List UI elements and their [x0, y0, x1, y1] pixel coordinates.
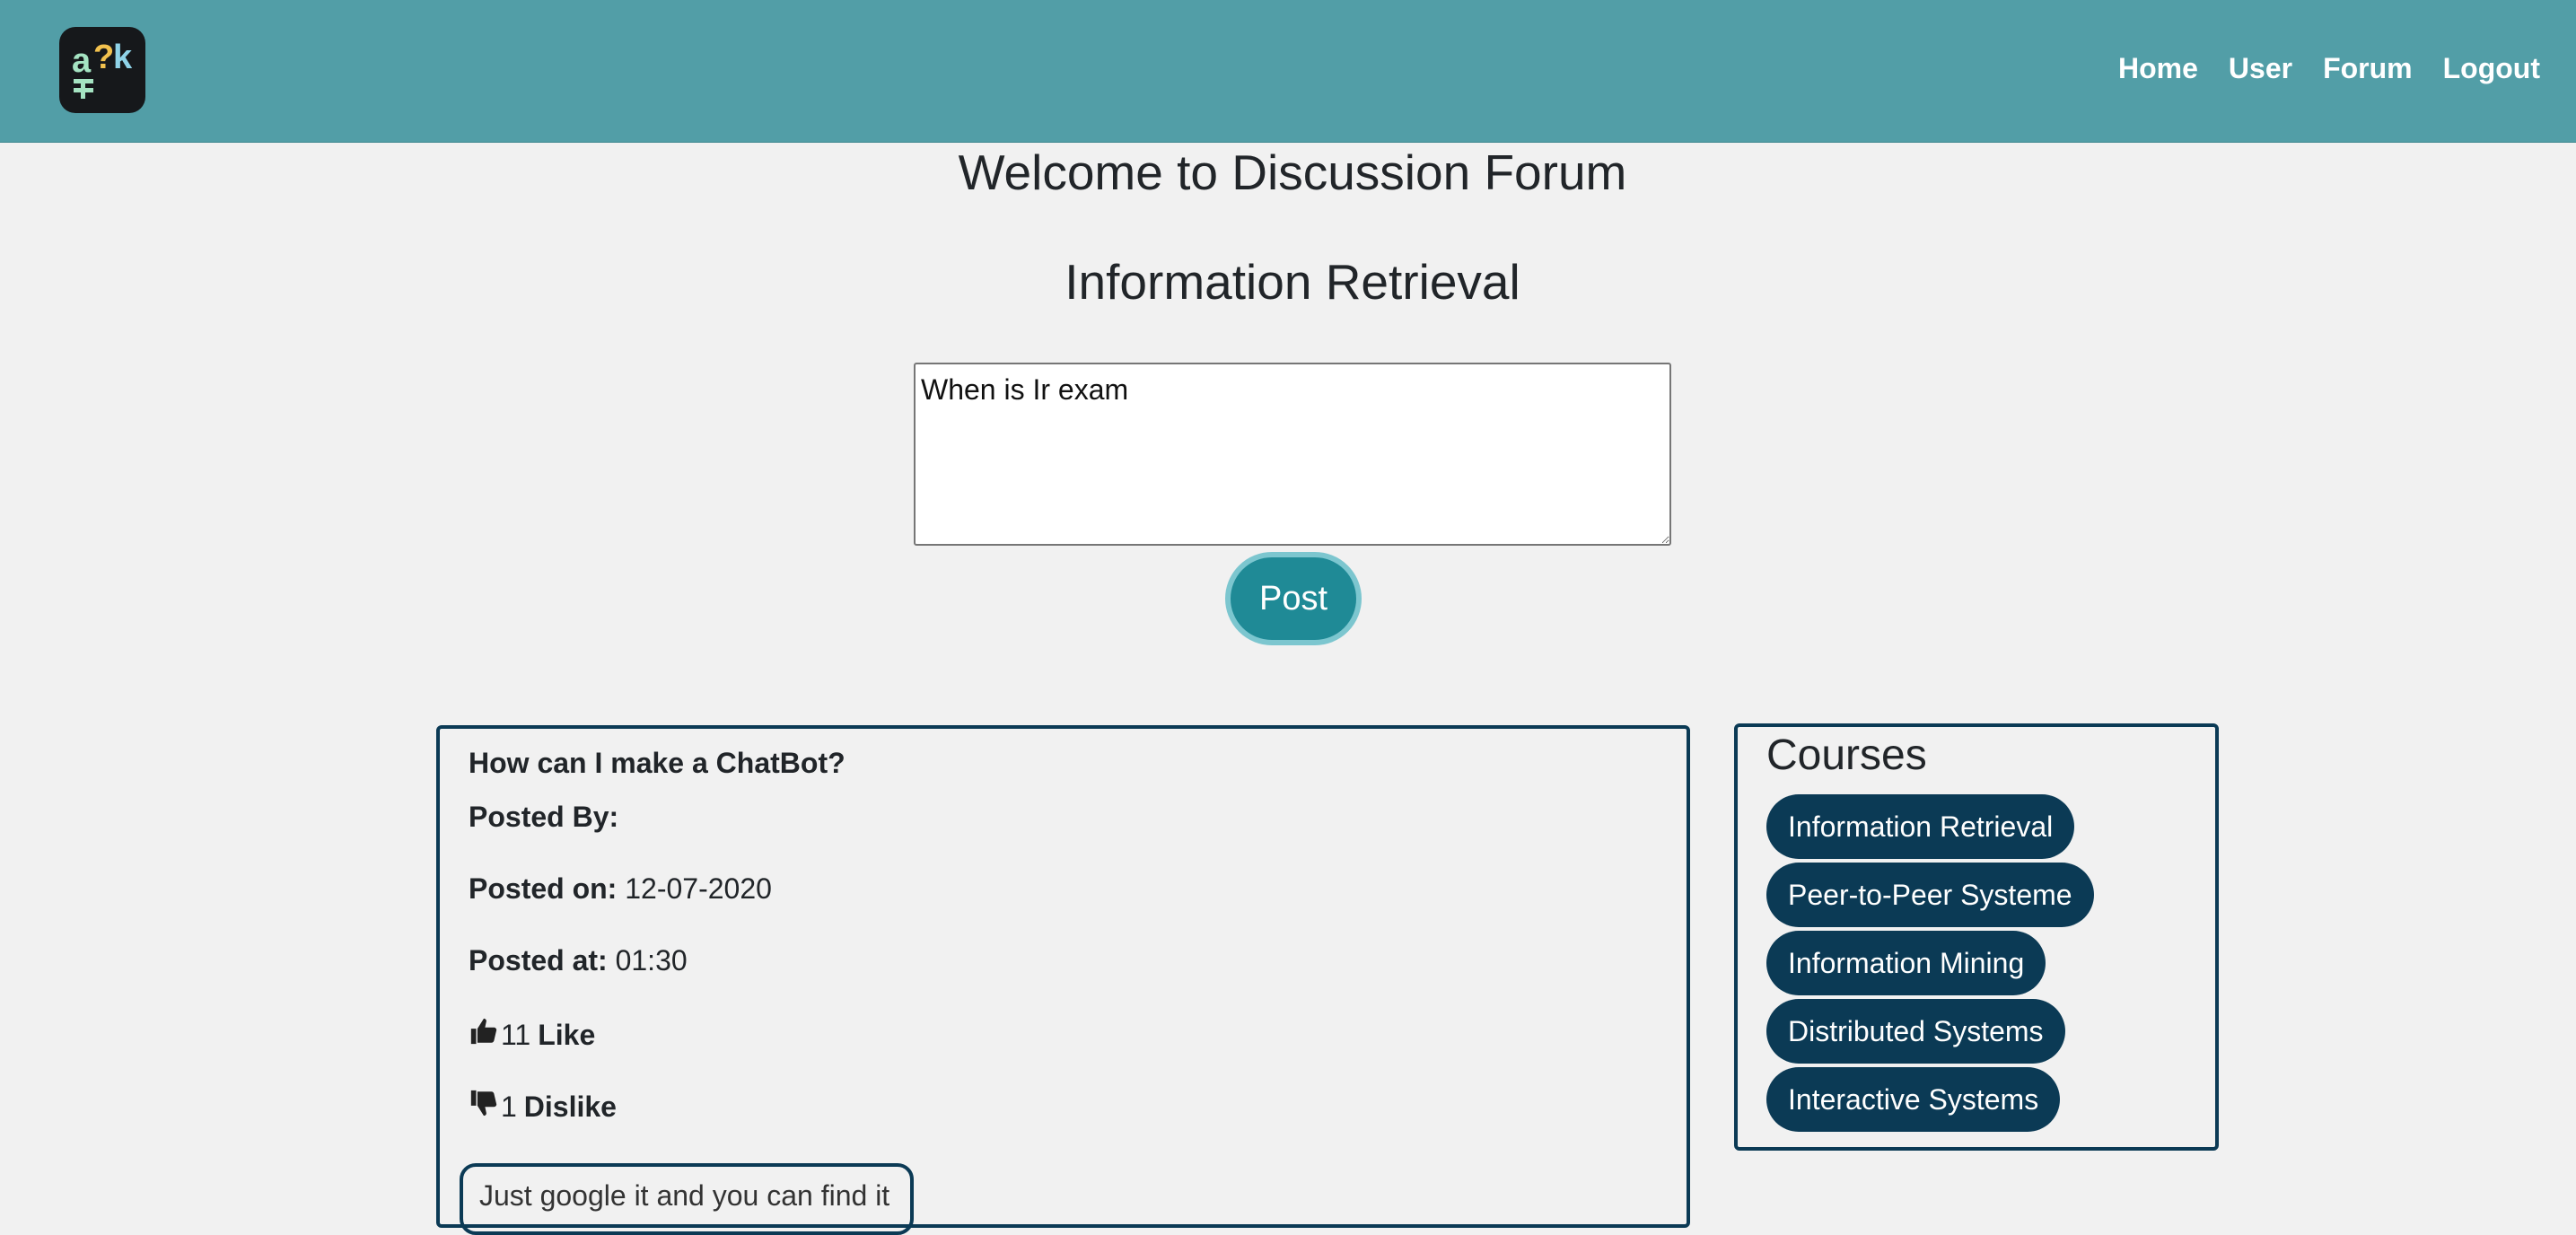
- svg-text:k: k: [113, 39, 133, 76]
- posted-at-value: 01:30: [615, 944, 688, 977]
- like-button[interactable]: 11 Like: [469, 1016, 595, 1054]
- course-pill-distributed-systems[interactable]: Distributed Systems: [1766, 999, 2065, 1064]
- navbar: a ? k Home User Forum Logout: [0, 0, 2576, 143]
- courses-panel: Courses Information Retrieval Peer-to-Pe…: [1734, 723, 2219, 1151]
- dislike-count: 1: [501, 1090, 517, 1123]
- courses-heading: Courses: [1766, 731, 1927, 779]
- posted-on-value: 12-07-2020: [625, 872, 772, 905]
- reply-comment: Just google it and you can find it: [460, 1163, 914, 1235]
- posted-by-label: Posted By:: [469, 801, 619, 833]
- posted-on: Posted on: 12-07-2020: [469, 872, 772, 906]
- thumbs-up-icon[interactable]: [469, 1016, 501, 1054]
- posted-at-label: Posted at:: [469, 944, 608, 977]
- nav-logout-link[interactable]: Logout: [2443, 52, 2540, 85]
- main-nav: Home User Forum Logout: [2118, 52, 2540, 85]
- page-title: Welcome to Discussion Forum: [958, 145, 1627, 200]
- nav-user-link[interactable]: User: [2229, 52, 2292, 85]
- like-count: 11: [501, 1018, 531, 1051]
- post-question: How can I make a ChatBot?: [469, 747, 846, 779]
- app-logo-icon[interactable]: a ? k: [59, 27, 145, 113]
- posted-at: Posted at: 01:30: [469, 944, 688, 977]
- thumbs-down-icon[interactable]: [469, 1088, 501, 1126]
- post-button[interactable]: Post: [1225, 552, 1362, 645]
- forum-post-card: How can I make a ChatBot? Posted By: Pos…: [436, 725, 1690, 1235]
- post-textarea[interactable]: When is Ir exam: [914, 363, 1671, 546]
- nav-home-link[interactable]: Home: [2118, 52, 2198, 85]
- posted-by: Posted By:: [469, 801, 618, 834]
- course-subtitle: Information Retrieval: [1065, 254, 1520, 310]
- course-pill-information-retrieval[interactable]: Information Retrieval: [1766, 794, 2075, 859]
- course-pill-peer-to-peer[interactable]: Peer-to-Peer Systeme: [1766, 863, 2094, 927]
- dislike-button[interactable]: 1 Dislike: [469, 1088, 617, 1126]
- course-pill-interactive-systems[interactable]: Interactive Systems: [1766, 1067, 2061, 1132]
- course-pill-information-mining[interactable]: Information Mining: [1766, 931, 2046, 995]
- svg-text:a: a: [72, 42, 92, 80]
- dislike-label: Dislike: [523, 1090, 617, 1123]
- posted-on-label: Posted on:: [469, 872, 618, 905]
- nav-forum-link[interactable]: Forum: [2323, 52, 2413, 85]
- like-label: Like: [538, 1018, 596, 1051]
- svg-text:?: ?: [93, 39, 114, 76]
